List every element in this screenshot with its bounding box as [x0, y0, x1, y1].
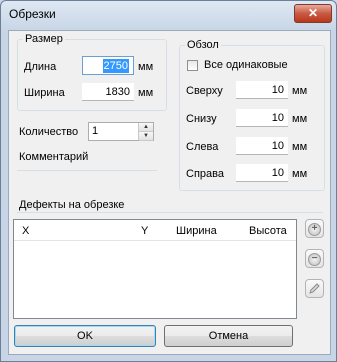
length-value: 2750	[102, 59, 129, 73]
comment-field[interactable]	[17, 170, 157, 171]
add-defect-button[interactable]: +	[305, 219, 324, 238]
edge-left-unit: мм	[292, 141, 308, 153]
edge-right-input[interactable]: 10	[236, 163, 288, 182]
ok-button[interactable]: OK	[14, 325, 156, 347]
remove-icon: −	[308, 253, 321, 266]
title-bar: Обрезки ✕	[1, 1, 336, 29]
edge-group-legend: Обзол	[185, 39, 221, 51]
edge-left-label: Слева	[186, 141, 219, 153]
pencil-icon	[309, 283, 320, 294]
length-label: Длина	[24, 61, 57, 73]
close-button[interactable]: ✕	[294, 4, 332, 23]
edit-defect-button[interactable]	[305, 279, 324, 298]
width-input[interactable]: 1830	[82, 82, 134, 101]
quantity-stepper[interactable]: 1 ▲ ▼	[88, 122, 154, 141]
add-icon: +	[308, 223, 321, 236]
spin-up-icon[interactable]: ▲	[139, 123, 153, 132]
comment-label: Комментарий	[19, 151, 89, 163]
quantity-spin-buttons: ▲ ▼	[138, 123, 153, 141]
remove-defect-button[interactable]: −	[305, 249, 324, 268]
length-input[interactable]: 2750	[82, 56, 134, 75]
edge-bottom-label: Снизу	[186, 113, 217, 125]
edge-group: Обзол Все одинаковые Сверху 10 мм Снизу …	[179, 39, 325, 191]
column-header-y[interactable]: Y	[141, 225, 148, 237]
width-unit: мм	[138, 87, 154, 99]
edge-right-unit: мм	[292, 168, 308, 180]
edge-left-value: 10	[271, 140, 284, 152]
spin-down-icon[interactable]: ▼	[139, 132, 153, 141]
defects-list[interactable]: X Y Ширина Высота	[13, 219, 297, 319]
close-icon: ✕	[307, 6, 319, 20]
dialog-window: Обрезки ✕ Размер Длина 2750 мм Ширина 18…	[0, 0, 337, 362]
edge-top-value: 10	[271, 84, 284, 96]
all-same-checkbox[interactable]	[187, 60, 198, 71]
window-title: Обрезки	[9, 7, 56, 21]
edge-bottom-value: 10	[271, 112, 284, 124]
defects-label: Дефекты на обрезке	[19, 199, 125, 211]
edge-left-input[interactable]: 10	[236, 136, 288, 155]
length-unit: мм	[138, 61, 154, 73]
edge-bottom-unit: мм	[292, 113, 308, 125]
edge-right-label: Справа	[186, 168, 224, 180]
defects-separator	[17, 212, 323, 213]
all-same-label[interactable]: Все одинаковые	[204, 59, 288, 71]
width-value: 1830	[105, 86, 130, 98]
column-header-width[interactable]: Ширина	[176, 225, 217, 237]
edge-bottom-input[interactable]: 10	[236, 108, 288, 127]
quantity-label: Количество	[19, 126, 79, 138]
size-group: Размер Длина 2750 мм Ширина 1830 мм	[17, 33, 167, 111]
quantity-value: 1	[92, 125, 99, 137]
edge-top-label: Сверху	[186, 85, 223, 97]
edge-top-unit: мм	[292, 85, 308, 97]
column-header-height[interactable]: Высота	[249, 225, 287, 237]
list-header-divider	[14, 240, 296, 241]
edge-top-input[interactable]: 10	[236, 80, 288, 99]
width-label: Ширина	[24, 87, 65, 99]
column-header-x[interactable]: X	[22, 225, 29, 237]
cancel-button[interactable]: Отмена	[164, 325, 293, 347]
edge-right-value: 10	[271, 167, 284, 179]
dialog-client: Размер Длина 2750 мм Ширина 1830 мм Коли…	[8, 30, 331, 355]
size-group-legend: Размер	[23, 33, 65, 45]
